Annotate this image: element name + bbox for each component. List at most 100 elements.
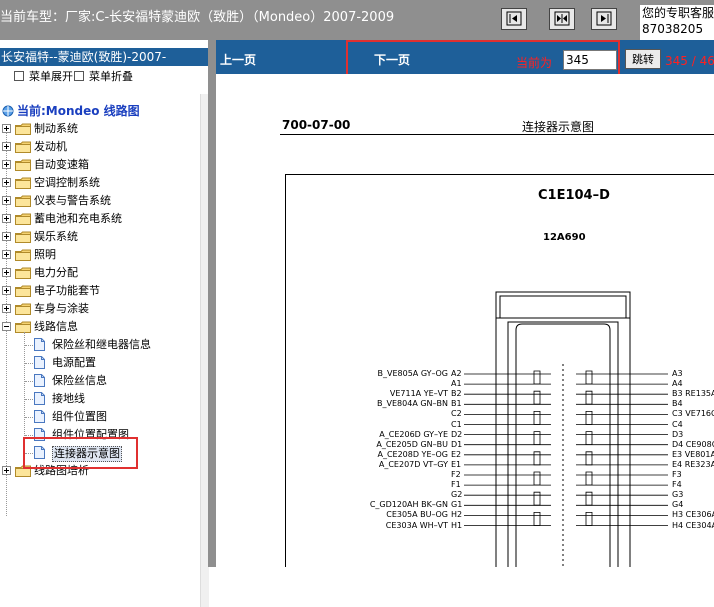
pin-label: E1 bbox=[451, 459, 462, 469]
folder-icon bbox=[15, 231, 31, 243]
expand-toggle-icon[interactable] bbox=[2, 304, 11, 313]
pin-terminal bbox=[585, 512, 593, 526]
right-pin-label: H3 CE306A bbox=[672, 510, 714, 520]
pin-terminal bbox=[585, 370, 593, 385]
subitem-label: 接地线 bbox=[52, 392, 85, 405]
previous-page-link[interactable]: 上一页 bbox=[220, 51, 256, 68]
service-label: 您的专职客服 bbox=[642, 6, 714, 20]
page-count: 345 / 460 bbox=[665, 54, 714, 68]
right-pin-label: A4 bbox=[672, 379, 683, 389]
expand-toggle-icon[interactable] bbox=[2, 160, 11, 169]
collapse-menu-button[interactable]: 菜单折叠 bbox=[74, 68, 133, 84]
fit-page-icon bbox=[554, 11, 570, 26]
folder-label: 娱乐系统 bbox=[34, 230, 78, 243]
right-pin-label: E4 RE323A bbox=[672, 459, 714, 469]
folder-label: 空调控制系统 bbox=[34, 176, 100, 189]
wire-code: A_CE205D GN–BU bbox=[376, 439, 448, 449]
pin-label: B2 bbox=[451, 389, 462, 399]
expand-toggle-icon[interactable] bbox=[2, 232, 11, 241]
folder-label: 线路信息 bbox=[34, 320, 78, 333]
expand-toggle-icon[interactable] bbox=[2, 178, 11, 187]
pin-terminal bbox=[533, 471, 541, 486]
pin-label: G2 bbox=[451, 490, 463, 500]
right-pin-label: G4 bbox=[672, 500, 684, 510]
tree-connector bbox=[25, 363, 33, 364]
tree-connector bbox=[25, 345, 33, 346]
folder-label: 制动系统 bbox=[34, 122, 78, 135]
pin-label: H1 bbox=[451, 520, 463, 530]
tree-connector bbox=[25, 381, 33, 382]
current-vehicle-label: 当前车型：厂家:C-长安福特蒙迪欧（致胜）（Mondeo）2007-2009 bbox=[0, 10, 395, 25]
right-pin-label: G3 bbox=[672, 490, 684, 500]
expand-toggle-icon[interactable] bbox=[2, 268, 11, 277]
wire-code: B_VE804A GN–BN bbox=[377, 399, 448, 409]
first-page-button[interactable] bbox=[501, 8, 527, 30]
folder-icon bbox=[15, 321, 31, 333]
last-page-icon bbox=[596, 11, 612, 26]
navigation-panel: 长安福特--蒙迪欧(致胜)-2007- 菜单展开 菜单折叠 当前:Mondeo … bbox=[0, 40, 209, 607]
folder-icon bbox=[15, 195, 31, 207]
folder-icon bbox=[15, 213, 31, 225]
document-icon bbox=[34, 374, 45, 387]
folder-icon bbox=[15, 177, 31, 189]
collapse-toggle-icon[interactable] bbox=[2, 322, 11, 331]
expand-toggle-icon[interactable] bbox=[2, 124, 11, 133]
expand-toggle-icon[interactable] bbox=[2, 214, 11, 223]
wire-code: A_CE207D VT–GY bbox=[378, 459, 448, 469]
pin-terminal bbox=[533, 451, 541, 466]
pin-terminal bbox=[533, 411, 541, 425]
sidebar-title: 长安福特--蒙迪欧(致胜)-2007- bbox=[0, 48, 208, 66]
expand-toggle-icon[interactable] bbox=[2, 142, 11, 151]
sidebar-highlight-box bbox=[23, 437, 138, 469]
right-pin-label: D3 bbox=[672, 429, 684, 439]
jump-button[interactable]: 跳转 bbox=[625, 49, 661, 69]
expand-toggle-icon[interactable] bbox=[2, 250, 11, 259]
pin-label: A2 bbox=[451, 369, 462, 378]
right-pin-label: H4 CE304A bbox=[672, 520, 714, 530]
pin-label: F1 bbox=[451, 480, 461, 490]
panel-splitter[interactable] bbox=[208, 40, 216, 567]
pin-terminal bbox=[585, 390, 593, 405]
wire-code: VE711A YE–VT bbox=[389, 389, 448, 399]
subitem-label: 组件位置图 bbox=[52, 410, 107, 423]
tree-connector bbox=[25, 435, 33, 436]
globe-icon bbox=[2, 105, 14, 117]
document-icon bbox=[34, 338, 45, 351]
right-pin-label: F3 bbox=[672, 470, 682, 479]
expand-toggle-icon[interactable] bbox=[2, 466, 11, 475]
pin-terminal bbox=[533, 431, 541, 445]
expand-toggle-icon[interactable] bbox=[2, 196, 11, 205]
wire-code: C_GD120AH BK–GN bbox=[369, 500, 448, 510]
folder-label: 自动变速箱 bbox=[34, 158, 89, 171]
right-pin-label: C3 VE716C bbox=[672, 409, 714, 419]
pin-terminal bbox=[585, 411, 593, 425]
tree-root[interactable]: 当前:Mondeo 线路图 bbox=[2, 102, 140, 119]
folder-icon bbox=[15, 141, 31, 153]
pin-label: C1 bbox=[451, 419, 462, 429]
last-page-button[interactable] bbox=[591, 8, 617, 30]
folder-label: 仪表与警告系统 bbox=[34, 194, 111, 207]
subitem-label: 保险丝和继电器信息 bbox=[52, 338, 151, 351]
folder-label: 发动机 bbox=[34, 140, 67, 153]
pin-terminal bbox=[533, 370, 541, 385]
pin-label: D2 bbox=[451, 429, 463, 439]
pin-label: F2 bbox=[451, 470, 461, 479]
pin-terminal bbox=[585, 451, 593, 466]
folder-icon bbox=[15, 267, 31, 279]
document-icon bbox=[34, 410, 45, 423]
fit-page-button[interactable] bbox=[549, 8, 575, 30]
pin-label: B1 bbox=[451, 399, 462, 409]
wire-code: A_CE206D GY–YE bbox=[379, 429, 448, 439]
pin-label: D1 bbox=[451, 439, 463, 449]
subitem-label: 电源配置 bbox=[52, 356, 96, 369]
customer-service-box: 您的专职客服 87038205 bbox=[640, 5, 714, 43]
subitem-label: 保险丝信息 bbox=[52, 374, 107, 387]
expand-toggle-icon[interactable] bbox=[2, 286, 11, 295]
folder-icon bbox=[15, 285, 31, 297]
first-page-icon bbox=[506, 11, 522, 26]
collapse-icon bbox=[74, 71, 84, 81]
expand-menu-button[interactable]: 菜单展开 bbox=[14, 68, 73, 84]
pin-label: E2 bbox=[451, 449, 462, 459]
folder-icon bbox=[15, 159, 31, 171]
right-pin-label: E3 VE801A bbox=[672, 449, 714, 459]
